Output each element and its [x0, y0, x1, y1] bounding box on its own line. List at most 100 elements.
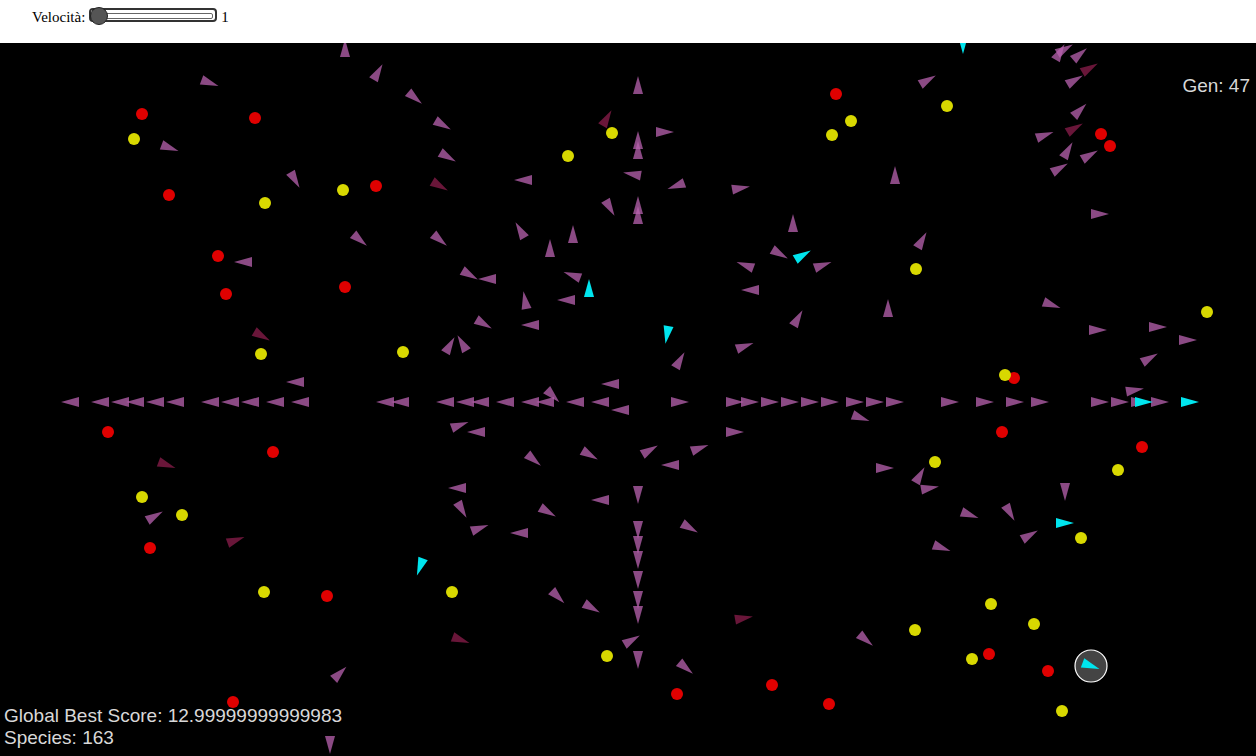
poison-dot [370, 180, 382, 192]
agent [633, 141, 643, 159]
agent [591, 495, 609, 505]
agent [580, 446, 601, 464]
agent [1020, 526, 1041, 544]
leader-agent[interactable] [584, 279, 594, 297]
poison-dot [249, 112, 261, 124]
agent [474, 315, 495, 333]
leader-agent[interactable] [1081, 658, 1101, 674]
agent [801, 397, 819, 407]
agent [91, 397, 109, 407]
agent [582, 599, 603, 617]
agent [430, 177, 451, 195]
food-dot [845, 115, 857, 127]
agent [1006, 397, 1024, 407]
agent [436, 397, 454, 407]
agent [601, 379, 619, 389]
poison-dot [1136, 441, 1148, 453]
leader-agent[interactable] [1135, 397, 1153, 407]
agent [913, 230, 931, 251]
food-dot [136, 491, 148, 503]
agent [438, 148, 459, 166]
agent [405, 88, 425, 107]
food-dot [1201, 306, 1213, 318]
agent [145, 507, 166, 525]
agent [166, 397, 184, 407]
agent [538, 503, 559, 521]
agent [671, 397, 689, 407]
agent [470, 520, 490, 536]
leader-agent[interactable] [1056, 518, 1074, 528]
agent [741, 397, 759, 407]
poison-dot [823, 698, 835, 710]
food-dot [176, 509, 188, 521]
leader-agent[interactable] [1181, 397, 1199, 407]
agent [918, 71, 939, 89]
agent [734, 612, 753, 625]
leader-agent[interactable] [793, 246, 814, 264]
agent [511, 220, 529, 241]
agent [467, 427, 485, 437]
best-score-label: Global Best Score: 12.99999999999983 [4, 706, 342, 726]
agent [622, 168, 641, 181]
poison-dot [983, 648, 995, 660]
food-dot [826, 129, 838, 141]
agent [557, 295, 575, 305]
agent [788, 214, 798, 232]
agent [536, 397, 554, 407]
food-dot [258, 586, 270, 598]
food-dot [562, 150, 574, 162]
agent [1125, 384, 1144, 397]
agent [430, 230, 450, 249]
poison-dot [1104, 140, 1116, 152]
poison-dot [220, 288, 232, 300]
agent [1091, 397, 1109, 407]
leader-agent[interactable] [661, 325, 674, 344]
agent [325, 736, 335, 754]
agent [350, 230, 370, 249]
agent [471, 397, 489, 407]
agent [1091, 209, 1109, 219]
speed-slider[interactable] [89, 8, 217, 22]
agent [1080, 146, 1101, 164]
food-dot [941, 100, 953, 112]
agent [157, 457, 177, 473]
agent [1001, 503, 1019, 524]
agent [226, 532, 246, 548]
agent [633, 571, 643, 589]
agent [846, 397, 864, 407]
speed-label: Velocità: [32, 6, 85, 28]
agent [221, 397, 239, 407]
leader-agent[interactable] [412, 557, 428, 577]
food-dot [255, 348, 267, 360]
agent [1042, 297, 1062, 313]
food-dot [128, 133, 140, 145]
agent [633, 606, 643, 624]
agent [543, 386, 563, 406]
agent [568, 225, 578, 243]
food-dot [259, 197, 271, 209]
agent [633, 76, 643, 94]
agent [200, 75, 220, 91]
agent [330, 663, 350, 683]
poison-dot [212, 250, 224, 262]
agent [1179, 335, 1197, 345]
agent [391, 397, 409, 407]
agent [566, 397, 584, 407]
agent [1089, 325, 1107, 335]
agent [496, 397, 514, 407]
agent [976, 397, 994, 407]
food-dot [1075, 532, 1087, 544]
food-dot [909, 624, 921, 636]
leader-agent[interactable] [958, 43, 968, 54]
agent [234, 257, 252, 267]
agent [789, 308, 807, 329]
generation-label: Gen: 47 [1182, 76, 1250, 96]
agent [680, 519, 701, 537]
speed-slider-knob[interactable] [90, 7, 108, 25]
agent [441, 335, 459, 356]
agent [1140, 349, 1161, 367]
agent [920, 482, 939, 495]
poison-dot [1042, 665, 1054, 677]
agent [340, 43, 350, 57]
agent [146, 397, 164, 407]
